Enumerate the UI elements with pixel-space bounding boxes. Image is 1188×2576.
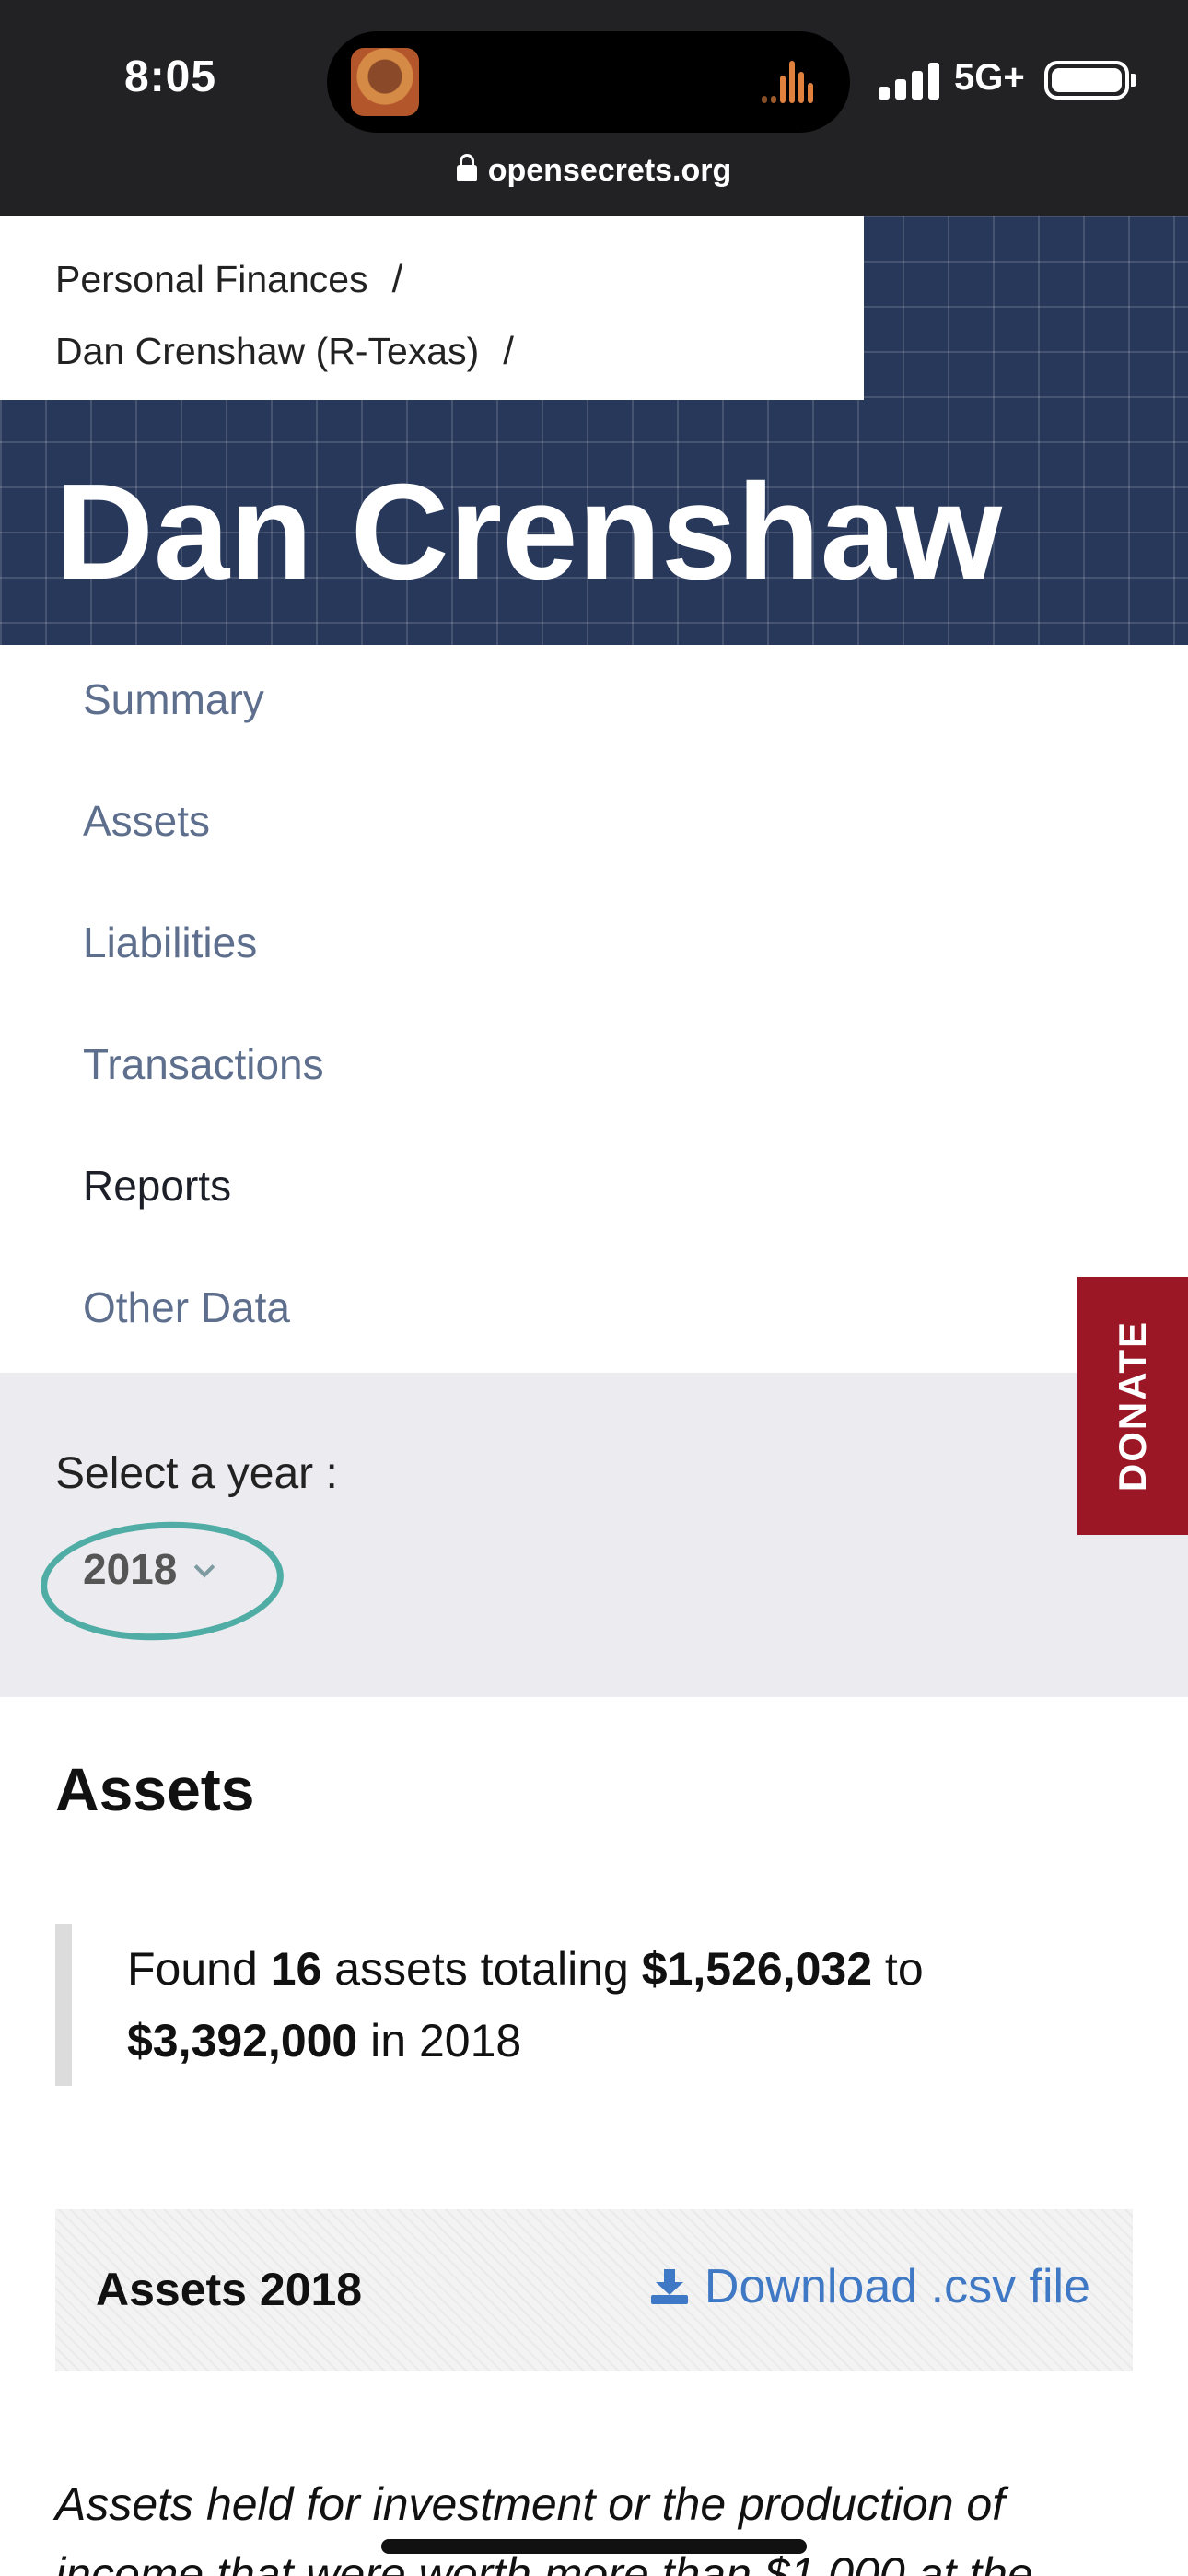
breadcrumb-item: Personal Finances / — [55, 243, 864, 315]
download-csv-label: Download .csv file — [704, 2260, 1090, 2313]
summary-text: in 2018 — [370, 2015, 522, 2067]
asset-count: 16 — [270, 1943, 322, 1995]
year-dropdown[interactable]: 2018 — [83, 1544, 215, 1594]
nav-item-reports[interactable]: Reports — [83, 1161, 231, 1211]
page-title: Dan Crenshaw — [55, 456, 1003, 608]
lock-icon — [456, 154, 477, 181]
year-selector-panel: Select a year : 2018 — [0, 1373, 1188, 1697]
status-bar: 8:05 5G+ opensecrets.org — [0, 0, 1188, 216]
dynamic-island[interactable] — [327, 31, 850, 133]
breadcrumb-link-member[interactable]: Dan Crenshaw (R-Texas) — [55, 330, 479, 372]
donate-label: DONATE — [1111, 1319, 1154, 1493]
assets-summary: Found 16 assets totaling $1,526,032 to $… — [55, 1924, 1087, 2086]
battery-icon — [1044, 61, 1136, 100]
asset-total-high: $3,392,000 — [127, 2015, 358, 2067]
breadcrumb-separator: / — [503, 329, 514, 372]
address-bar[interactable]: opensecrets.org — [0, 153, 1188, 189]
nav-item-other-data[interactable]: Other Data — [83, 1282, 290, 1332]
assets-description: Assets held for investment or the produc… — [55, 2478, 1033, 2576]
page-hero: Personal Finances / Dan Crenshaw (R-Texas… — [0, 216, 1188, 645]
url-text: opensecrets.org — [487, 153, 732, 188]
now-playing-album-icon[interactable] — [351, 48, 419, 116]
signal-bars-icon — [879, 61, 943, 100]
donate-button[interactable]: DONATE — [1077, 1277, 1188, 1535]
breadcrumb-item: Dan Crenshaw (R-Texas) / — [55, 315, 864, 387]
nav-item-liabilities[interactable]: Liabilities — [83, 918, 257, 967]
asset-total-low: $1,526,032 — [641, 1943, 873, 1995]
download-csv-link[interactable]: Download .csv file — [650, 2259, 1090, 2314]
network-type: 5G+ — [954, 57, 1025, 98]
nav-item-assets[interactable]: Assets — [83, 796, 210, 846]
chevron-down-icon — [194, 1556, 215, 1578]
status-time: 8:05 — [124, 53, 217, 101]
breadcrumb-separator: / — [391, 257, 403, 300]
assets-table-title: Assets 2018 — [96, 2264, 363, 2315]
nav-item-summary[interactable]: Summary — [83, 674, 264, 724]
nav-item-transactions[interactable]: Transactions — [83, 1039, 324, 1089]
home-indicator[interactable] — [381, 2539, 807, 2554]
breadcrumb: Personal Finances / Dan Crenshaw (R-Texas… — [0, 216, 864, 400]
year-dropdown-value: 2018 — [83, 1545, 178, 1593]
summary-text: Found — [127, 1943, 258, 1995]
download-icon — [650, 2269, 688, 2304]
assets-table-header: Assets 2018 Download .csv file — [55, 2209, 1133, 2371]
audio-waveform-icon — [762, 61, 821, 103]
assets-heading: Assets — [55, 1755, 255, 1823]
summary-text: assets totaling — [334, 1943, 629, 1995]
year-selector-label: Select a year : — [55, 1449, 338, 1498]
breadcrumb-link-personal-finances[interactable]: Personal Finances — [55, 258, 368, 300]
summary-text: to — [884, 1943, 924, 1995]
